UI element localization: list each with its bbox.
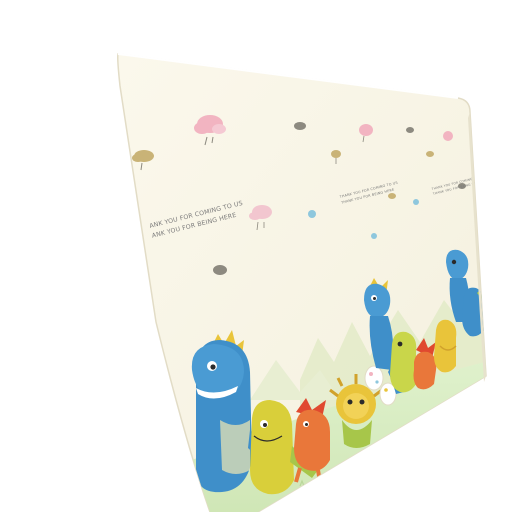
cloud-icon [308, 210, 316, 218]
cloud-icon [406, 127, 414, 133]
cloud-icon [294, 122, 306, 130]
cloud-icon [443, 131, 453, 141]
green-dinosaur-small [390, 331, 417, 393]
cloud-icon [213, 265, 227, 275]
product-photo: ANK YOU FOR COMING TO US ANK YOU FOR BEI… [0, 0, 512, 512]
cloud-icon [371, 233, 377, 239]
play-mat-scene: ANK YOU FOR COMING TO US ANK YOU FOR BEI… [117, 53, 487, 512]
cloud-icon [413, 199, 419, 205]
cloud-icon [388, 193, 396, 199]
dinosaur-egg [364, 365, 384, 391]
yellow-dinosaur-far [434, 319, 457, 373]
blue-dinosaur-edge [462, 287, 486, 337]
cloud-icon [426, 151, 434, 157]
